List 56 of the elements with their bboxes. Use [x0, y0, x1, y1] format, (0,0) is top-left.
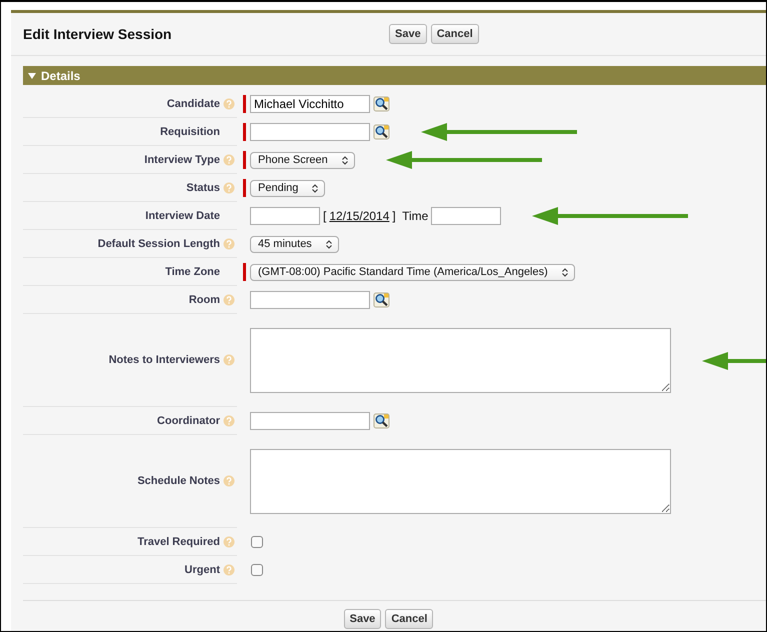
field-label: Candidate: [166, 98, 220, 110]
field-label: Requisition: [160, 126, 220, 138]
lookup-field[interactable]: [250, 291, 370, 309]
bracket: ]: [392, 209, 396, 223]
field-label: Notes to Interviewers: [108, 354, 220, 366]
save-button[interactable]: Save: [344, 609, 382, 629]
help-icon[interactable]: [223, 414, 235, 426]
save-button[interactable]: Save: [389, 24, 427, 44]
caret-icon: [312, 184, 318, 192]
help-icon[interactable]: [223, 354, 235, 366]
dropdown[interactable]: Pending: [250, 180, 326, 196]
page-title: Edit Interview Session: [23, 26, 173, 42]
field-label: Room: [188, 294, 220, 306]
time-label: Time: [401, 209, 428, 223]
text-area[interactable]: [250, 328, 671, 393]
expand-triangle-icon: [28, 72, 36, 80]
caret-icon: [326, 240, 332, 248]
help-icon[interactable]: [223, 154, 235, 166]
field-label: Default Session Length: [98, 238, 220, 250]
dropdown[interactable]: (GMT-08:00) Pacific Standard Time (America/Los_Angeles): [250, 264, 575, 280]
help-icon[interactable]: [223, 536, 235, 548]
help-icon[interactable]: [223, 564, 235, 576]
lookup-field[interactable]: Michael Vicchitto: [250, 95, 370, 113]
help-icon[interactable]: [223, 294, 235, 306]
text-area[interactable]: [250, 449, 671, 514]
cancel-button[interactable]: Cancel: [385, 609, 434, 629]
lookup-field[interactable]: [250, 412, 370, 430]
today-date-link[interactable]: 12/15/2014: [329, 209, 390, 223]
field-label: Schedule Notes: [137, 475, 220, 487]
bracket: [: [323, 209, 326, 223]
caret-icon: [342, 156, 348, 164]
help-icon[interactable]: [223, 98, 235, 110]
section-header[interactable]: Details: [23, 66, 766, 85]
field-label: Interview Date: [145, 210, 220, 222]
field-label: Travel Required: [137, 536, 220, 548]
help-icon[interactable]: [223, 182, 235, 194]
date-field[interactable]: [250, 207, 320, 225]
dropdown[interactable]: 45 minutes: [250, 236, 339, 252]
help-icon[interactable]: [223, 475, 235, 487]
field-label: Status: [186, 182, 220, 194]
cancel-button[interactable]: Cancel: [430, 24, 479, 44]
lookup-search-icon[interactable]: [373, 292, 390, 308]
dropdown[interactable]: Phone Screen: [250, 152, 355, 168]
lookup-field[interactable]: [250, 123, 370, 141]
help-icon[interactable]: [223, 238, 235, 250]
caret-icon: [562, 268, 568, 276]
checkbox[interactable]: [251, 564, 263, 576]
field-label: Interview Type: [144, 154, 220, 166]
field-label: Coordinator: [157, 414, 220, 426]
time-field[interactable]: [431, 207, 502, 225]
lookup-search-icon[interactable]: [373, 413, 390, 429]
checkbox[interactable]: [251, 536, 263, 548]
lookup-search-icon[interactable]: [373, 96, 390, 112]
field-label: Time Zone: [165, 266, 220, 278]
lookup-search-icon[interactable]: [373, 124, 390, 140]
field-label: Urgent: [184, 564, 220, 576]
